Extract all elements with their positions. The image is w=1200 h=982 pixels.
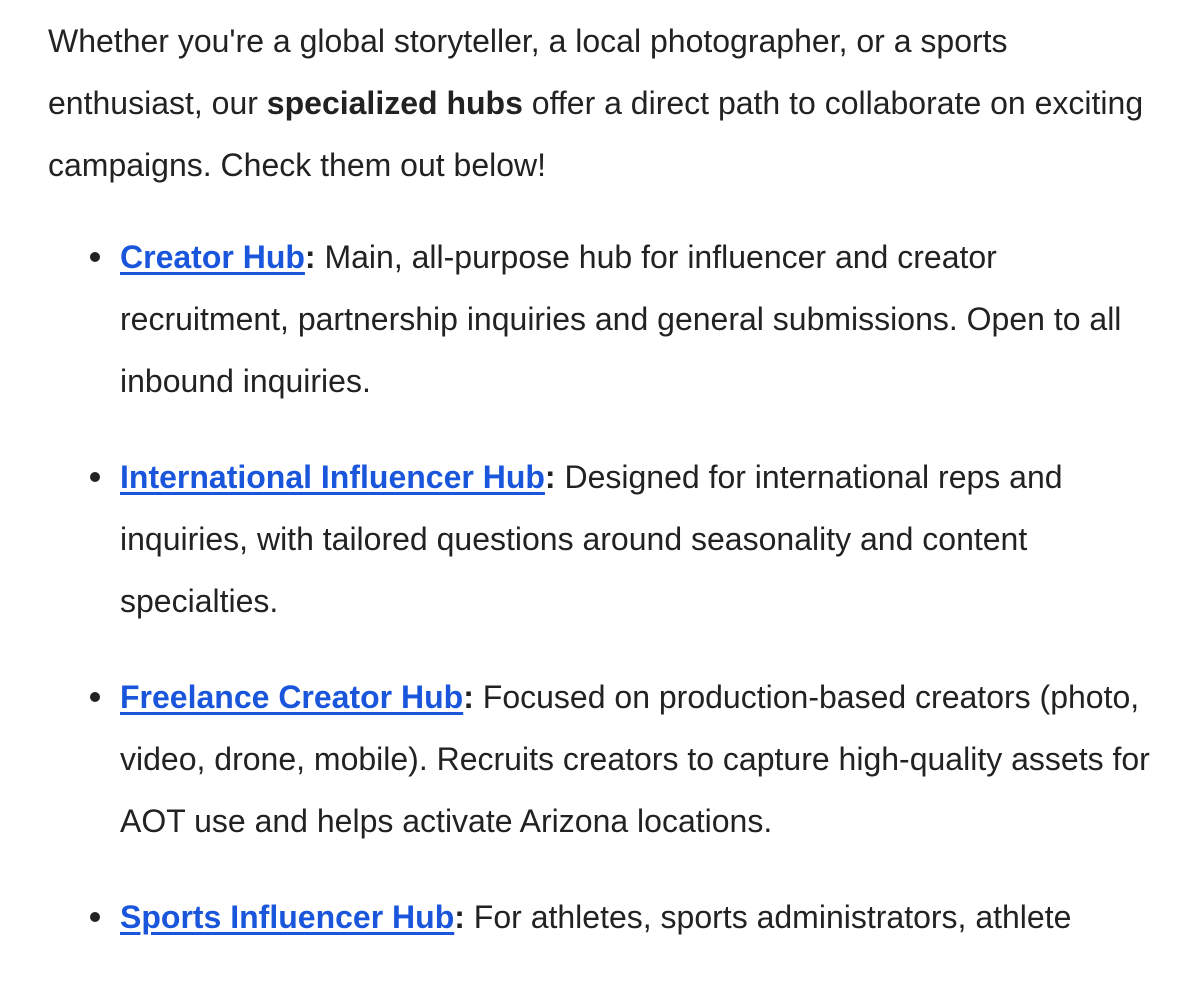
hub-colon: : — [454, 899, 465, 935]
sports-influencer-hub-link[interactable]: Sports Influencer Hub — [120, 899, 454, 935]
list-item-sports-influencer-hub: Sports Influencer Hub: For athletes, spo… — [90, 886, 1168, 948]
article-content: Whether you're a global storyteller, a l… — [48, 10, 1168, 982]
hub-list: Creator Hub: Main, all-purpose hub for i… — [48, 226, 1168, 948]
hub-colon: : — [304, 239, 316, 275]
creator-hub-link[interactable]: Creator Hub — [120, 239, 305, 275]
intro-paragraph: Whether you're a global storyteller, a l… — [48, 10, 1168, 196]
bullet-icon — [90, 472, 100, 482]
bullet-icon — [90, 252, 100, 262]
intro-bold-text: specialized hubs — [266, 85, 523, 121]
hub-colon: : — [463, 679, 474, 715]
freelance-creator-hub-link[interactable]: Freelance Creator Hub — [120, 679, 463, 715]
list-item-international-influencer-hub: International Influencer Hub: Designed f… — [90, 446, 1168, 632]
list-item-creator-hub: Creator Hub: Main, all-purpose hub for i… — [90, 226, 1168, 412]
sports-influencer-hub-description: For athletes, sports administrators, ath… — [464, 899, 1072, 935]
bullet-icon — [90, 912, 100, 922]
bullet-icon — [90, 692, 100, 702]
hub-colon: : — [544, 459, 556, 495]
list-item-freelance-creator-hub: Freelance Creator Hub: Focused on produc… — [90, 666, 1168, 852]
international-influencer-hub-link[interactable]: International Influencer Hub — [120, 459, 545, 495]
